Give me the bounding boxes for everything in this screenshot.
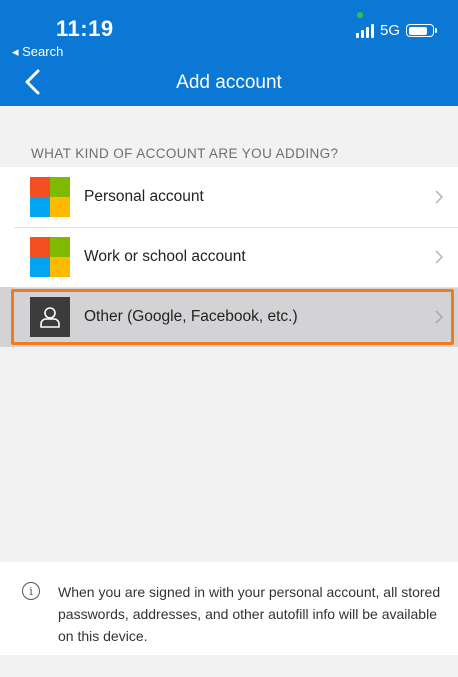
person-icon — [30, 297, 70, 337]
status-indicators: 5G — [355, 22, 437, 39]
other-account-option[interactable]: Other (Google, Facebook, etc.) — [0, 287, 458, 347]
info-text: When you are signed in with your persona… — [58, 584, 441, 644]
section-label: WHAT KIND OF ACCOUNT ARE YOU ADDING? — [31, 146, 339, 161]
microsoft-logo-icon — [30, 177, 70, 217]
empty-area — [0, 351, 458, 562]
signal-icon — [355, 23, 374, 38]
other-account-label: Other (Google, Facebook, etc.) — [84, 308, 298, 325]
chevron-right-icon — [435, 190, 444, 204]
battery-icon — [406, 24, 437, 37]
chevron-right-icon — [435, 250, 444, 264]
network-type: 5G — [379, 22, 400, 39]
bottom-strip — [0, 655, 458, 677]
page-title: Add account — [176, 72, 282, 93]
chevron-right-icon — [435, 310, 444, 324]
app-header: 11:19 ◂ Search 5G Add account — [0, 0, 458, 106]
account-type-list: Personal account Work or school account … — [0, 167, 458, 347]
info-footer: i When you are signed in with your perso… — [0, 562, 458, 655]
microsoft-logo-icon — [30, 237, 70, 277]
status-time: 11:19 — [56, 16, 114, 41]
work-school-account-option[interactable]: Work or school account — [0, 227, 458, 287]
personal-account-option[interactable]: Personal account — [0, 167, 458, 227]
work-school-account-label: Work or school account — [84, 248, 246, 265]
info-icon: i — [22, 582, 40, 600]
personal-account-label: Personal account — [84, 188, 204, 205]
back-to-search-link[interactable]: ◂ Search — [12, 44, 63, 60]
privacy-indicator-icon — [357, 12, 363, 18]
